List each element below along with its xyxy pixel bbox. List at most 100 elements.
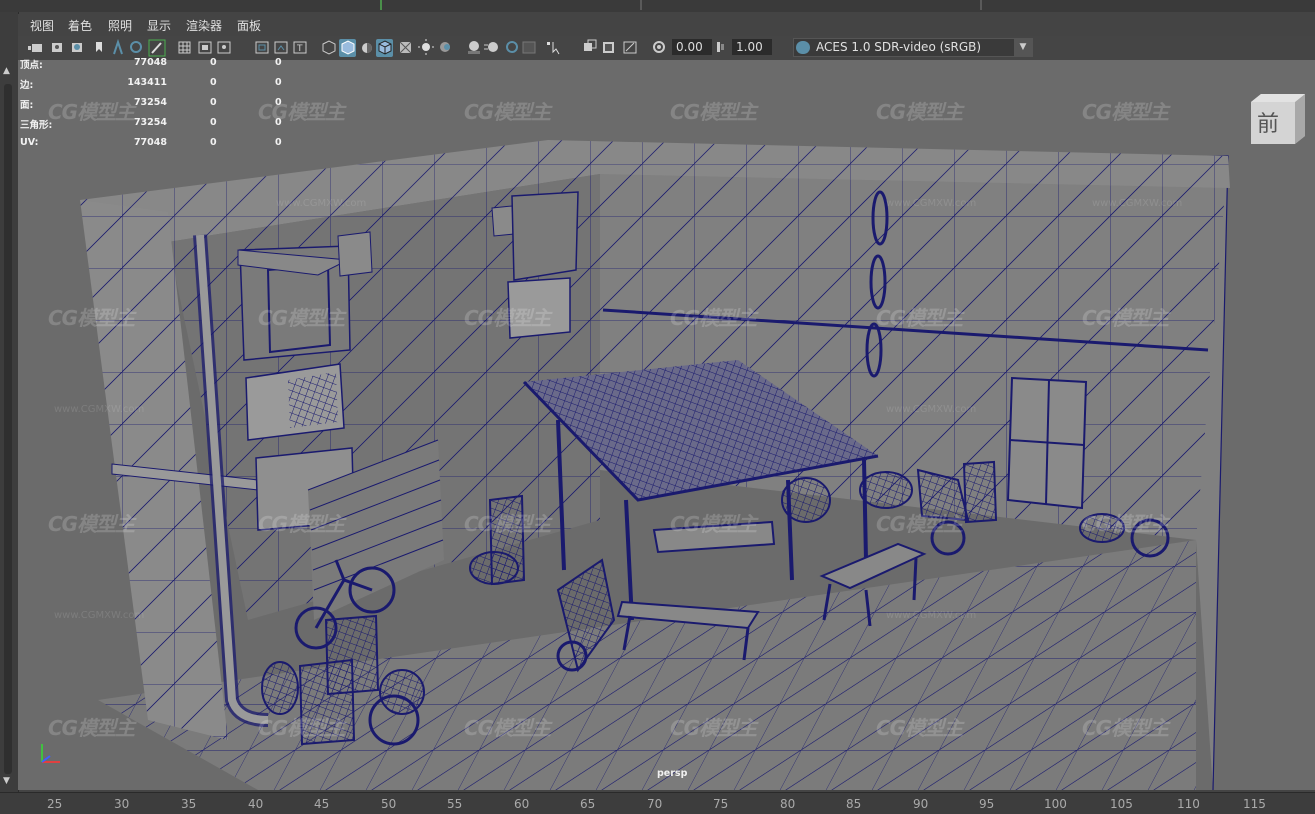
hud-label: 面: xyxy=(20,100,34,111)
hud-value: 77048 xyxy=(133,137,167,148)
hud-label: 顶点: xyxy=(20,60,43,71)
isolate-select-icon[interactable] xyxy=(547,42,560,55)
watermark-url: www.CGMXW.com xyxy=(54,610,145,621)
exposure-icon[interactable] xyxy=(650,36,670,60)
strip-mark xyxy=(980,0,982,10)
grid-toggle-icon[interactable] xyxy=(178,41,191,54)
time-tick: 90 xyxy=(913,797,929,811)
camera-select-icon[interactable] xyxy=(28,44,42,52)
motion-blur-icon[interactable] xyxy=(484,42,498,52)
watermark-logo: CG模型主 xyxy=(464,512,551,536)
perspective-viewport[interactable]: CG模型主 CG模型主 CG模型主 CG模型主 CG模型主 CG模型主 CG模型… xyxy=(18,60,1315,790)
watermark-logo: CG模型主 xyxy=(464,306,551,330)
watermark-logo: CG模型主 xyxy=(670,306,757,330)
time-tick: 55 xyxy=(447,797,463,811)
vertical-scrollbar[interactable] xyxy=(4,84,12,774)
xray-components-icon[interactable] xyxy=(603,42,614,53)
hud-value: 0 xyxy=(275,97,282,108)
color-space-label: ACES 1.0 SDR-video (sRGB) xyxy=(816,40,982,54)
time-tick: 60 xyxy=(514,797,530,811)
shadows-icon[interactable] xyxy=(440,42,450,52)
color-space-dropdown[interactable]: ACES 1.0 SDR-video (sRGB) ▼ xyxy=(793,38,1033,57)
scroll-down-icon[interactable]: ▼ xyxy=(3,776,10,786)
strip-mark xyxy=(640,0,642,10)
left-panel-strip: ▲ ▼ xyxy=(0,12,19,792)
time-tick: 30 xyxy=(114,797,130,811)
strip-mark xyxy=(380,0,382,10)
time-tick: 100 xyxy=(1044,797,1067,811)
bookmark-icon[interactable] xyxy=(72,43,82,52)
xray-joints-icon[interactable] xyxy=(584,39,597,51)
safe-title-icon[interactable] xyxy=(274,41,288,54)
watermark-logo: CG模型主 xyxy=(48,306,135,330)
use-lights-icon[interactable] xyxy=(418,39,434,55)
camera-attributes-icon[interactable] xyxy=(52,43,62,52)
time-tick: 115 xyxy=(1243,797,1266,811)
menu-view[interactable]: 视图 xyxy=(30,17,54,34)
menu-show[interactable]: 显示 xyxy=(147,17,171,34)
watermark-url: www.CGMXW.com xyxy=(886,198,977,209)
hud-value: 73254 xyxy=(133,117,167,128)
hud-row: 边: 143411 0 0 xyxy=(20,77,300,91)
menu-renderer[interactable]: 渲染器 xyxy=(186,17,222,34)
axis-gizmo xyxy=(36,740,68,768)
watermark-logo: CG模型主 xyxy=(258,306,345,330)
time-slider[interactable]: 25 30 35 40 45 50 55 60 65 70 75 80 85 9… xyxy=(0,792,1315,814)
time-tick: 85 xyxy=(846,797,862,811)
anti-aliasing-icon[interactable] xyxy=(506,41,518,53)
safe-action-icon[interactable] xyxy=(255,41,269,54)
hud-icon[interactable] xyxy=(622,36,642,60)
default-material-icon[interactable] xyxy=(362,43,372,53)
watermark-logo: CG模型主 xyxy=(876,100,963,124)
hud-value: 0 xyxy=(210,117,217,128)
watermark-logo: CG模型主 xyxy=(670,100,757,124)
watermark-logo: CG模型主 xyxy=(48,716,135,740)
menu-lighting[interactable]: 照明 xyxy=(108,17,132,34)
hud-value: 0 xyxy=(275,137,282,148)
time-tick: 45 xyxy=(314,797,330,811)
depth-of-field-icon[interactable] xyxy=(522,41,536,54)
camera-label: persp xyxy=(657,768,688,779)
wireframe-icon[interactable] xyxy=(322,40,336,55)
smooth-shade-icon[interactable] xyxy=(341,40,355,55)
watermark-logo: CG模型主 xyxy=(1082,100,1169,124)
field-chart-icon[interactable] xyxy=(217,41,231,54)
watermark-logo: CG模型主 xyxy=(48,512,135,536)
gamma-field[interactable]: 1.00 xyxy=(732,39,772,55)
scroll-up-icon[interactable]: ▲ xyxy=(3,66,10,76)
hud-value: 0 xyxy=(210,57,217,68)
chevron-down-icon[interactable]: ▼ xyxy=(1014,39,1032,56)
back-door xyxy=(1006,376,1088,510)
xray-icon[interactable] xyxy=(399,41,412,54)
hud-value: 0 xyxy=(210,77,217,88)
hud-value: 0 xyxy=(275,77,282,88)
gate-mask-icon[interactable] xyxy=(198,41,212,54)
panel-menu-bar: 视图 着色 照明 显示 渲染器 面板 xyxy=(18,14,1315,36)
hud-value: 0 xyxy=(210,137,217,148)
watermark-logo: CG模型主 xyxy=(876,512,963,536)
gamma-icon[interactable] xyxy=(713,36,733,60)
wireframe-on-shaded-icon[interactable] xyxy=(378,40,392,55)
watermark-logo: CG模型主 xyxy=(464,100,551,124)
image-plane-icon[interactable] xyxy=(96,42,102,52)
menu-panels[interactable]: 面板 xyxy=(237,17,261,34)
hud-row: 三角形: 73254 0 0 xyxy=(20,117,300,131)
resolution-gate-icon[interactable] xyxy=(151,42,162,54)
hud-label: UV: xyxy=(20,137,39,148)
view-cube[interactable]: 前 xyxy=(1249,92,1307,146)
color-management-icon[interactable] xyxy=(796,41,810,54)
watermark-url: www.CGMXW.com xyxy=(886,404,977,415)
watermark-logo: CG模型主 xyxy=(1082,306,1169,330)
screen-space-ao-icon[interactable] xyxy=(468,41,480,54)
exposure-field[interactable]: 0.00 xyxy=(672,39,712,55)
title-strip xyxy=(0,0,1315,12)
hud-text-icon[interactable]: T xyxy=(293,41,307,54)
film-gate-icon[interactable] xyxy=(130,41,142,53)
grid-icon[interactable] xyxy=(113,38,123,55)
time-tick: 35 xyxy=(181,797,197,811)
time-tick: 50 xyxy=(381,797,397,811)
hud-value: 143411 xyxy=(127,77,167,88)
hud-value: 0 xyxy=(275,117,282,128)
hud-label: 边: xyxy=(20,80,34,91)
menu-shading[interactable]: 着色 xyxy=(68,17,92,34)
